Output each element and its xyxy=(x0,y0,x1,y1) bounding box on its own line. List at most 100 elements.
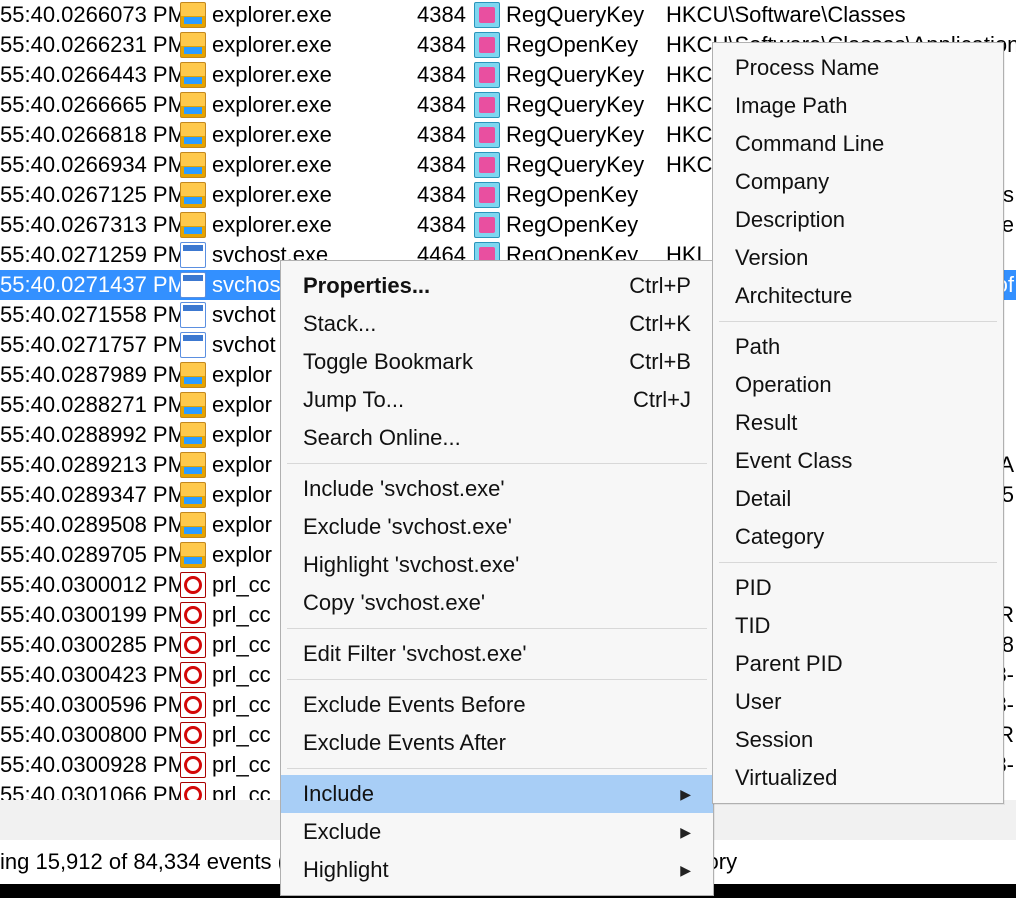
menu-item[interactable]: Company xyxy=(713,163,1003,201)
menu-item[interactable]: Description xyxy=(713,201,1003,239)
menu-item[interactable]: Parent PID xyxy=(713,645,1003,683)
process-icon xyxy=(180,752,206,778)
menu-item[interactable]: Result xyxy=(713,404,1003,442)
process-icon xyxy=(180,482,206,508)
menu-item[interactable]: Operation xyxy=(713,366,1003,404)
menu-item[interactable]: Detail xyxy=(713,480,1003,518)
process-icon xyxy=(180,512,206,538)
event-context-menu[interactable]: Properties...Ctrl+PStack...Ctrl+KToggle … xyxy=(280,260,714,896)
process-icon xyxy=(180,92,206,118)
process-name-label: prl_cc xyxy=(212,690,271,720)
menu-item-label: Toggle Bookmark xyxy=(303,349,629,375)
event-row[interactable]: 55:40.0266073 PMexplorer.exe4384RegQuery… xyxy=(0,0,1016,30)
menu-item[interactable]: Process Name xyxy=(713,49,1003,87)
menu-item[interactable]: Toggle BookmarkCtrl+B xyxy=(281,343,713,381)
menu-item[interactable]: Exclude▶ xyxy=(281,813,713,851)
cell-operation: RegQueryKey xyxy=(474,120,664,150)
process-name-label: explorer.exe xyxy=(212,90,332,120)
menu-item-label: User xyxy=(735,689,981,715)
menu-item[interactable]: PID xyxy=(713,569,1003,607)
process-icon xyxy=(180,32,206,58)
cell-operation: RegOpenKey xyxy=(474,30,664,60)
cell-time: 55:40.0289213 PM xyxy=(0,450,180,480)
process-name-label: svchot xyxy=(212,300,276,330)
menu-item[interactable]: Virtualized xyxy=(713,759,1003,797)
menu-item-label: Edit Filter 'svchost.exe' xyxy=(303,641,691,667)
cell-process: explorer.exe xyxy=(180,180,408,210)
operation-label: RegQueryKey xyxy=(506,60,644,90)
submenu-arrow-icon: ▶ xyxy=(680,862,691,879)
operation-icon xyxy=(474,92,500,118)
menu-item[interactable]: Exclude Events Before xyxy=(281,686,713,724)
operation-icon xyxy=(474,62,500,88)
menu-item[interactable]: Session xyxy=(713,721,1003,759)
cell-process: explorer.exe xyxy=(180,150,408,180)
menu-item[interactable]: Stack...Ctrl+K xyxy=(281,305,713,343)
menu-item-label: Description xyxy=(735,207,981,233)
process-name-label: prl_cc xyxy=(212,600,271,630)
cell-pid: 4384 xyxy=(408,210,474,240)
menu-separator xyxy=(287,679,707,680)
cell-time: 55:40.0300199 PM xyxy=(0,600,180,630)
cell-time: 55:40.0289705 PM xyxy=(0,540,180,570)
process-name-label: prl_cc xyxy=(212,750,271,780)
menu-item[interactable]: Edit Filter 'svchost.exe' xyxy=(281,635,713,673)
menu-item[interactable]: User xyxy=(713,683,1003,721)
menu-item[interactable]: Exclude 'svchost.exe' xyxy=(281,508,713,546)
menu-item[interactable]: Category xyxy=(713,518,1003,556)
cell-operation: RegOpenKey xyxy=(474,180,664,210)
process-icon xyxy=(180,782,206,800)
cell-process: explorer.exe xyxy=(180,90,408,120)
menu-item[interactable]: Highlight 'svchost.exe' xyxy=(281,546,713,584)
process-name-label: explor xyxy=(212,390,272,420)
menu-item-label: Stack... xyxy=(303,311,629,337)
menu-item-label: Version xyxy=(735,245,981,271)
operation-icon xyxy=(474,32,500,58)
process-name-label: prl_cc xyxy=(212,720,271,750)
cell-pid: 4384 xyxy=(408,150,474,180)
process-name-label: explor xyxy=(212,360,272,390)
menu-item[interactable]: Version xyxy=(713,239,1003,277)
menu-item-label: Session xyxy=(735,727,981,753)
menu-item-label: Company xyxy=(735,169,981,195)
menu-item[interactable]: Include▶ xyxy=(281,775,713,813)
process-icon xyxy=(180,452,206,478)
menu-item[interactable]: Highlight▶ xyxy=(281,851,713,889)
menu-item-label: Event Class xyxy=(735,448,981,474)
cell-operation: RegQueryKey xyxy=(474,0,664,30)
menu-item[interactable]: Properties...Ctrl+P xyxy=(281,267,713,305)
cell-pid: 4384 xyxy=(408,30,474,60)
operation-icon xyxy=(474,152,500,178)
menu-item-label: Exclude Events After xyxy=(303,730,691,756)
operation-label: RegQueryKey xyxy=(506,90,644,120)
process-icon xyxy=(180,362,206,388)
process-icon xyxy=(180,722,206,748)
process-icon xyxy=(180,242,206,268)
cell-operation: RegQueryKey xyxy=(474,60,664,90)
operation-icon xyxy=(474,182,500,208)
cell-time: 55:40.0300285 PM xyxy=(0,630,180,660)
menu-item[interactable]: Command Line xyxy=(713,125,1003,163)
menu-item[interactable]: Event Class xyxy=(713,442,1003,480)
menu-item[interactable]: Image Path xyxy=(713,87,1003,125)
menu-item[interactable]: Exclude Events After xyxy=(281,724,713,762)
menu-item-label: Detail xyxy=(735,486,981,512)
include-submenu[interactable]: Process NameImage PathCommand Line Compan… xyxy=(712,42,1004,804)
menu-item[interactable]: Jump To...Ctrl+J xyxy=(281,381,713,419)
menu-separator xyxy=(287,768,707,769)
process-icon xyxy=(180,332,206,358)
menu-item[interactable]: Path xyxy=(713,328,1003,366)
process-name-label: explor xyxy=(212,450,272,480)
cell-time: 55:40.0271757 PM xyxy=(0,330,180,360)
operation-label: RegOpenKey xyxy=(506,30,638,60)
process-icon xyxy=(180,542,206,568)
cell-time: 55:40.0266665 PM xyxy=(0,90,180,120)
menu-item[interactable]: Include 'svchost.exe' xyxy=(281,470,713,508)
menu-item[interactable]: Architecture xyxy=(713,277,1003,315)
menu-item[interactable]: TID xyxy=(713,607,1003,645)
menu-item[interactable]: Search Online... xyxy=(281,419,713,457)
cell-process: explorer.exe xyxy=(180,0,408,30)
cell-process: explorer.exe xyxy=(180,120,408,150)
process-name-label: prl_cc xyxy=(212,660,271,690)
menu-item[interactable]: Copy 'svchost.exe' xyxy=(281,584,713,622)
